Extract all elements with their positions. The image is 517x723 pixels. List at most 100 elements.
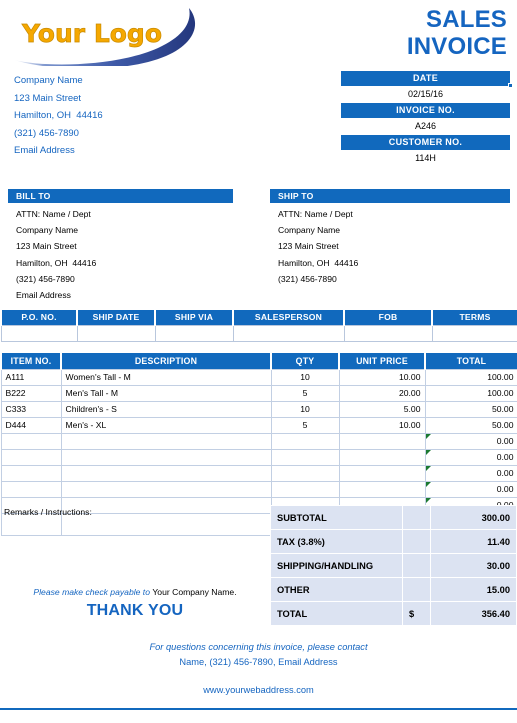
qty-cell[interactable] [270,432,340,450]
item-no-cell[interactable]: B222 [0,384,62,402]
title-line-invoice: INVOICE [406,33,507,60]
qty-cell[interactable]: 5 [270,416,340,434]
total-cell[interactable]: 50.00 [424,400,517,418]
bill-to-lines[interactable]: ATTN: Name / Dept Company Name 123 Main … [8,203,233,303]
fob-value[interactable] [343,324,433,342]
remarks-block: Remarks / Instructions: Please make chec… [0,505,270,630]
bill-to-line: (321) 456-7890 [16,273,75,284]
payable-note: Please make check payable to Your Compan… [0,587,270,597]
description-cell[interactable] [60,464,272,482]
item-no-cell[interactable]: D444 [0,416,62,434]
logo-text: Your Logo [21,19,162,48]
po-no-value[interactable] [0,324,78,342]
total-cell[interactable]: 0.00 [424,480,517,498]
total-cell[interactable]: 100.00 [424,368,517,386]
item-no-cell[interactable]: C333 [0,400,62,418]
totals-currency [402,553,431,578]
qty-cell[interactable]: 10 [270,400,340,418]
shipping-details-table: P.O. NO. SHIP DATE SHIP VIA SALESPERSON … [0,310,517,342]
qty-cell[interactable]: 10 [270,368,340,386]
item-no-cell[interactable] [0,448,62,466]
totals-currency [402,577,431,602]
table-row: B222 Men's Tall - M 5 20.00 100.00 [0,384,517,402]
unit-price-cell[interactable]: 10.00 [338,416,426,434]
table-row: 0.00 [0,448,517,466]
table-row: C333 Children's - S 10 5.00 50.00 [0,400,517,418]
item-no-cell[interactable] [0,432,62,450]
description-cell[interactable]: Women's Tall - M [60,368,272,386]
unit-price-cell[interactable]: 5.00 [338,400,426,418]
invoice-no-value[interactable]: A246 [341,118,510,135]
qty-cell[interactable] [270,464,340,482]
payable-note-italic: Please make check payable to [33,587,153,597]
footer-line-1: For questions concerning this invoice, p… [149,642,368,652]
item-no-cell[interactable]: A111 [0,368,62,386]
ship-to-block: SHIP TO ATTN: Name / Dept Company Name 1… [270,189,510,287]
item-no-header: ITEM NO. [0,353,62,369]
totals-value[interactable]: 11.40 [430,529,517,554]
description-cell[interactable] [60,432,272,450]
ship-date-value[interactable] [76,324,156,342]
ship-to-lines[interactable]: ATTN: Name / Dept Company Name 123 Main … [270,203,510,287]
ship-via-value[interactable] [154,324,234,342]
totals-currency [402,505,431,530]
totals-value[interactable]: 15.00 [430,577,517,602]
cell-selection-handle[interactable] [508,83,513,88]
description-cell[interactable] [60,480,272,498]
total-cell[interactable]: 0.00 [424,432,517,450]
unit-price-header: UNIT PRICE [338,353,426,369]
page-title: SALES INVOICE [287,6,507,60]
footer-divider [0,708,517,710]
totals-label: OTHER [270,577,403,602]
totals-row: OTHER 15.00 [270,577,517,602]
formula-error-flag-icon [425,465,431,471]
unit-price-cell[interactable]: 20.00 [338,384,426,402]
description-cell[interactable] [60,448,272,466]
customer-no-value[interactable]: 114H [341,150,510,167]
title-line-sales: SALES [425,6,507,33]
totals-value[interactable]: 30.00 [430,553,517,578]
bill-to-line: Hamilton, OH 44416 [16,257,97,268]
salesperson-value[interactable] [232,324,345,342]
totals-table: SUBTOTAL 300.00 TAX (3.8%) 11.40 SHIPPING/HA… [270,505,517,626]
unit-price-cell[interactable] [338,464,426,482]
customer-no-header: CUSTOMER NO. [341,135,510,150]
invoice-meta-block: DATE 02/15/16 INVOICE NO. A246 CUSTOMER … [341,71,513,167]
qty-cell[interactable]: 5 [270,384,340,402]
company-address-line: Email Address [14,145,75,156]
total-cell[interactable]: 0.00 [424,464,517,482]
description-cell[interactable]: Men's - XL [60,416,272,434]
unit-price-cell[interactable]: 10.00 [338,368,426,386]
description-cell[interactable]: Children's - S [60,400,272,418]
ship-to-line: ATTN: Name / Dept [278,209,353,219]
unit-price-cell[interactable] [338,432,426,450]
footer-website[interactable]: www.yourwebaddress.com [0,683,517,698]
total-cell[interactable]: 0.00 [424,448,517,466]
totals-value[interactable]: 356.40 [430,601,517,626]
totals-row: TAX (3.8%) 11.40 [270,529,517,554]
unit-price-cell[interactable] [338,480,426,498]
terms-value[interactable] [431,324,517,342]
total-cell[interactable]: 100.00 [424,384,517,402]
total-cell[interactable]: 50.00 [424,416,517,434]
date-header: DATE [341,71,510,86]
ship-via-header: SHIP VIA [154,310,234,325]
description-cell[interactable]: Men's Tall - M [60,384,272,402]
payable-note-company: Your Company Name. [152,587,237,597]
bill-to-line: 123 Main Street [16,241,77,252]
company-address-block: Company Name 123 Main Street Hamilton, O… [14,72,244,160]
table-row: D444 Men's - XL 5 10.00 50.00 [0,416,517,434]
footer-contact: For questions concerning this invoice, p… [0,640,517,698]
company-address-line: (321) 456-7890 [14,127,79,139]
date-value[interactable]: 02/15/16 [341,86,510,103]
formula-error-flag-icon [425,433,431,439]
company-logo: Your Logo [8,4,213,66]
qty-cell[interactable] [270,448,340,466]
unit-price-cell[interactable] [338,448,426,466]
qty-cell[interactable] [270,480,340,498]
item-no-cell[interactable] [0,480,62,498]
totals-row: TOTAL $356.40 [270,601,517,626]
totals-row: SUBTOTAL 300.00 [270,505,517,530]
totals-value[interactable]: 300.00 [430,505,517,530]
item-no-cell[interactable] [0,464,62,482]
